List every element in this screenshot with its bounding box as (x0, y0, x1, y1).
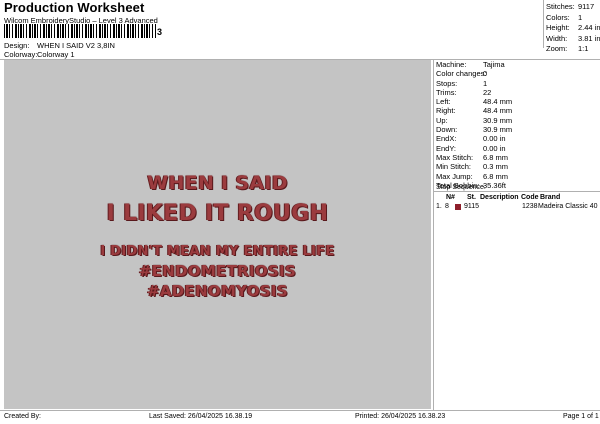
design-line-2: I LIKED IT ROUGH (106, 201, 329, 226)
machine-info-panel: Machine: Tajima Color changes: 0 Stops: 1 T… (436, 60, 596, 190)
info-divider (433, 60, 434, 410)
stop-sequence-panel: Stop Sequence: N# St. Description Code B… (436, 184, 598, 212)
stop-sequence-row: 1. 8 9115 1238 Madeira Classic 40 (436, 203, 598, 212)
thread-color-swatch (455, 204, 461, 210)
barcode (4, 24, 156, 38)
colorway-label: Colorway: (4, 50, 38, 59)
design-line-3: I DIDN'T MEAN MY ENTIRE LIFE (100, 244, 335, 259)
row-needle: 8 (445, 203, 449, 210)
info-max-jump: Max Jump: 6.8 mm (436, 171, 509, 181)
col-num: N# (446, 194, 455, 201)
info-endy: EndY: 0.00 in (436, 143, 506, 153)
info-down: Down: 30.9 mm (436, 125, 513, 135)
info-color-changes: Color changes: 0 (436, 69, 488, 79)
colorway-value: Colorway 1 (37, 50, 75, 59)
footer-printed: Printed: 26/04/2025 16.38.23 (355, 413, 446, 420)
barcode-suffix: 3 (157, 27, 163, 37)
info-left: Left: 48.4 mm (436, 97, 513, 107)
info-min-stitch: Min Stitch: 0.3 mm (436, 162, 509, 172)
info-right: Right: 48.4 mm (436, 106, 513, 116)
row-code: 1238 (522, 203, 538, 210)
info-endx: EndX: 0.00 in (436, 134, 506, 144)
row-index: 1. (436, 203, 442, 210)
col-brand: Brand (540, 194, 561, 201)
design-label: Design: (4, 41, 30, 50)
footer-last-saved: Last Saved: 26/04/2025 16.38.19 (149, 413, 253, 420)
col-code: Code (521, 194, 539, 201)
design-value: WHEN I SAID V2 3,8IN (37, 41, 115, 50)
footer-created-by: Created By: (4, 413, 41, 420)
stats-divider (543, 0, 544, 48)
footer-divider (0, 410, 600, 411)
stop-sequence-header: N# St. Description Code Brand (436, 194, 598, 203)
footer-page: Page 1 of 1 (563, 413, 599, 420)
design-line-1: WHEN I SAID (147, 172, 288, 194)
info-max-stitch: Max Stitch: 6.8 mm (436, 152, 509, 162)
info-trims: Trims: 22 (436, 87, 492, 97)
col-st: St. (467, 194, 476, 201)
design-preview: WHEN I SAID I LIKED IT ROUGH I DIDN'T ME… (4, 60, 431, 409)
info-stops: Stops: 1 (436, 78, 488, 88)
design-line-5: #ADENOMYOSIS (147, 282, 288, 300)
row-brand: Madeira Classic 40 (538, 203, 598, 210)
worksheet-title: Production Worksheet (4, 0, 145, 15)
info-up: Up: 30.9 mm (436, 115, 513, 125)
col-description: Description (480, 194, 519, 201)
info-machine: Machine: Tajima (436, 60, 505, 69)
design-line-4: #ENDOMETRIOSIS (138, 262, 297, 280)
row-stitches: 9115 (464, 203, 480, 210)
stop-sequence-title: Stop Sequence: (436, 184, 486, 191)
